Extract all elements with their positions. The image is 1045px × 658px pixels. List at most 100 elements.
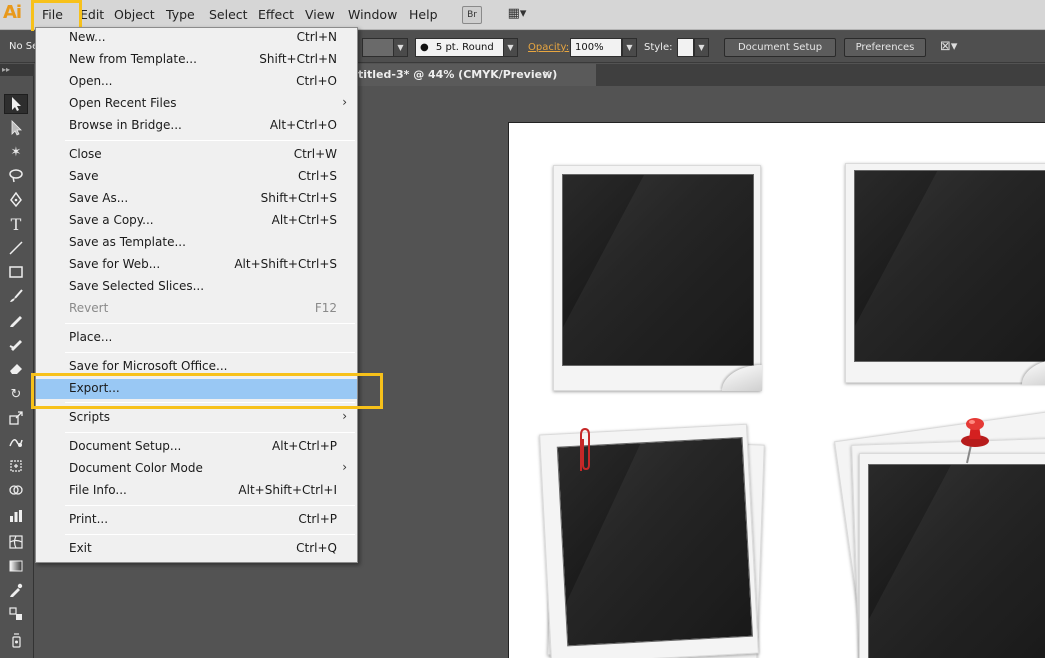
shape-builder-tool-icon[interactable] xyxy=(4,480,28,500)
menu-item-close[interactable]: Close Ctrl+W xyxy=(36,145,357,165)
menu-item-label: Browse in Bridge... xyxy=(69,118,182,132)
menu-item-label: New... xyxy=(69,30,106,44)
menu-separator xyxy=(65,402,355,403)
chevron-down-icon[interactable]: ▼ xyxy=(503,38,518,57)
menu-item-label: Document Setup... xyxy=(69,439,182,453)
menu-item-place[interactable]: Place... xyxy=(36,328,357,348)
menu-item-document-setup[interactable]: Document Setup... Alt+Ctrl+P xyxy=(36,437,357,457)
menu-separator xyxy=(65,352,355,353)
rotate-tool-icon[interactable]: ↻ xyxy=(4,384,28,404)
photo-area xyxy=(854,170,1045,362)
chevron-down-icon[interactable]: ▼ xyxy=(393,38,408,57)
menu-item-print[interactable]: Print... Ctrl+P xyxy=(36,510,357,530)
artboard[interactable] xyxy=(508,122,1045,658)
menu-item-label: Open Recent Files xyxy=(69,96,177,110)
eyedropper-tool-icon[interactable] xyxy=(4,580,28,600)
symbol-sprayer-tool-icon[interactable] xyxy=(4,630,28,650)
menu-item-browse-in-bridge[interactable]: Browse in Bridge... Alt+Ctrl+O xyxy=(36,116,357,136)
opacity-field[interactable]: 100% xyxy=(570,38,622,57)
menu-item-label: File Info... xyxy=(69,483,127,497)
menu-item-shortcut: Alt+Ctrl+O xyxy=(269,118,337,132)
menu-item-label: Save xyxy=(69,169,99,183)
graph-tool-icon[interactable] xyxy=(4,506,28,526)
menu-item-label: Save for Microsoft Office... xyxy=(69,359,228,373)
scale-tool-icon[interactable] xyxy=(4,408,28,428)
arrange-documents-button[interactable]: ▦▾ xyxy=(502,6,532,24)
free-transform-tool-icon[interactable] xyxy=(4,456,28,476)
menu-item-file-info[interactable]: File Info... Alt+Shift+Ctrl+I xyxy=(36,481,357,501)
menu-item-save-as[interactable]: Save As... Shift+Ctrl+S xyxy=(36,189,357,209)
menu-item-save[interactable]: Save Ctrl+S xyxy=(36,167,357,187)
polaroid-frame[interactable] xyxy=(539,423,759,658)
menu-item-shortcut: Ctrl+S xyxy=(297,169,337,183)
magic-wand-tool-icon[interactable]: ✶ xyxy=(4,142,28,162)
direct-selection-tool-icon[interactable] xyxy=(4,118,28,138)
menu-separator xyxy=(65,505,355,506)
menu-type[interactable]: Type xyxy=(166,7,195,22)
lasso-tool-icon[interactable] xyxy=(4,166,28,186)
menu-item-label: Scripts xyxy=(69,410,111,424)
stroke-weight-field[interactable] xyxy=(362,38,394,57)
panel-grip[interactable]: ▸▸ xyxy=(0,64,34,76)
arrange-icon[interactable]: ⊠▾ xyxy=(940,39,957,54)
menu-view[interactable]: View xyxy=(305,7,335,22)
menu-item-shortcut: F12 xyxy=(314,301,337,315)
polaroid-frame[interactable] xyxy=(845,163,1045,385)
polaroid-frame[interactable] xyxy=(553,165,762,391)
preferences-button[interactable]: Preferences xyxy=(844,38,926,57)
eraser-tool-icon[interactable] xyxy=(4,358,28,378)
paintbrush-tool-icon[interactable] xyxy=(4,286,28,306)
polaroid-frame[interactable] xyxy=(859,453,1045,658)
menu-item-shortcut: Ctrl+W xyxy=(293,147,337,161)
bridge-button[interactable]: Br xyxy=(462,6,482,24)
document-tab[interactable]: titled-3* @ 44% (CMYK/Preview) × xyxy=(358,64,596,86)
menu-item-save-a-copy[interactable]: Save a Copy... Alt+Ctrl+S xyxy=(36,211,357,231)
menu-item-open[interactable]: Open... Ctrl+O xyxy=(36,72,357,92)
menu-item-label: Save As... xyxy=(69,191,129,205)
menu-item-save-for-web[interactable]: Save for Web... Alt+Shift+Ctrl+S xyxy=(36,255,357,275)
menu-window[interactable]: Window xyxy=(348,7,397,22)
pencil-tool-icon[interactable] xyxy=(4,310,28,330)
rectangle-tool-icon[interactable] xyxy=(4,262,28,282)
selection-tool-icon[interactable] xyxy=(4,94,28,114)
menu-item-scripts[interactable]: Scripts › xyxy=(36,408,357,428)
blend-tool-icon[interactable] xyxy=(4,604,28,624)
menu-bar: Ai File Edit Object Type Select Effect V… xyxy=(0,0,1045,30)
menu-object[interactable]: Object xyxy=(114,7,155,22)
menu-help[interactable]: Help xyxy=(409,7,438,22)
menu-item-shortcut: Alt+Shift+Ctrl+I xyxy=(238,483,337,497)
type-tool-icon[interactable]: T xyxy=(4,214,28,234)
menu-item-label: Save for Web... xyxy=(69,257,161,271)
menu-item-open-recent[interactable]: Open Recent Files › xyxy=(36,94,357,114)
chevron-down-icon[interactable]: ▼ xyxy=(694,38,709,57)
menu-effect[interactable]: Effect xyxy=(258,7,294,22)
gradient-tool-icon[interactable] xyxy=(4,556,28,576)
close-icon[interactable]: × xyxy=(542,67,551,80)
opacity-label[interactable]: Opacity: xyxy=(528,42,569,53)
menu-item-shortcut: Alt+Shift+Ctrl+S xyxy=(234,257,337,271)
menu-item-exit[interactable]: Exit Ctrl+Q xyxy=(36,539,357,559)
chevron-down-icon[interactable]: ▼ xyxy=(622,38,637,57)
style-swatch[interactable] xyxy=(677,38,694,57)
menu-item-export[interactable]: Export... xyxy=(36,379,357,399)
brush-definition-select[interactable]: ● 5 pt. Round xyxy=(415,38,504,57)
pen-tool-icon[interactable] xyxy=(4,190,28,210)
menu-edit[interactable]: Edit xyxy=(80,7,104,22)
menu-select[interactable]: Select xyxy=(209,7,248,22)
menu-item-save-selected-slices[interactable]: Save Selected Slices... xyxy=(36,277,357,297)
menu-item-new-from-template[interactable]: New from Template... Shift+Ctrl+N xyxy=(36,50,357,70)
menu-file[interactable]: File xyxy=(42,7,63,22)
line-tool-icon[interactable] xyxy=(4,238,28,258)
menu-item-shortcut: Ctrl+N xyxy=(296,30,337,44)
blob-brush-tool-icon[interactable] xyxy=(4,334,28,354)
mesh-tool-icon[interactable] xyxy=(4,532,28,552)
menu-item-save-for-microsoft-office[interactable]: Save for Microsoft Office... xyxy=(36,357,357,377)
menu-separator xyxy=(65,534,355,535)
warp-tool-icon[interactable] xyxy=(4,432,28,452)
menu-item-new[interactable]: New... Ctrl+N xyxy=(36,28,357,48)
menu-item-label: Place... xyxy=(69,330,113,344)
menu-item-document-color-mode[interactable]: Document Color Mode › xyxy=(36,459,357,479)
submenu-arrow-icon: › xyxy=(342,409,347,423)
menu-item-save-as-template[interactable]: Save as Template... xyxy=(36,233,357,253)
document-setup-button[interactable]: Document Setup xyxy=(724,38,836,57)
